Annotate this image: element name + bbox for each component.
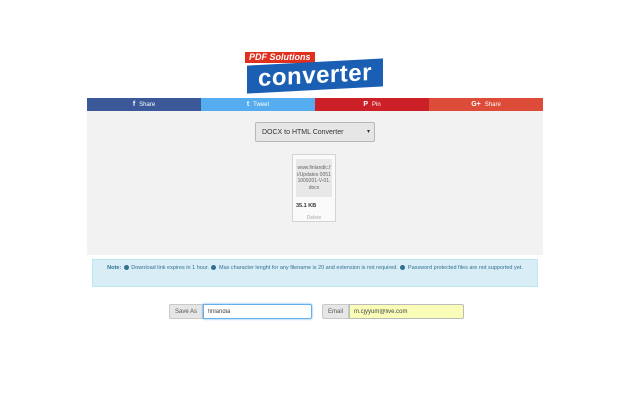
facebook-share-button[interactable]: f Share <box>87 98 201 111</box>
file-name: www.finlandic.fi/Updates 00511009201-V-0… <box>296 159 332 197</box>
converter-panel: DOCX to HTML Converter ▾ www.finlandic.f… <box>87 111 543 255</box>
twitter-icon: t <box>246 101 250 108</box>
note-item: Download link expires in 1 hour. <box>131 265 209 271</box>
pinterest-pin-button[interactable]: P Pin <box>315 98 429 111</box>
save-as-label: Save As <box>169 304 204 319</box>
facebook-icon: f <box>132 101 136 108</box>
info-bullet-icon <box>211 264 217 270</box>
converter-logo: PDF Solutions converter <box>245 52 385 94</box>
info-bullet-icon <box>123 264 129 270</box>
twitter-tweet-button[interactable]: t Tweet <box>201 98 315 111</box>
caret-down-icon: ▾ <box>366 129 370 135</box>
email-label: Email <box>322 304 350 319</box>
logo-wordmark: converter <box>247 58 383 94</box>
email-field: Email <box>322 304 465 319</box>
share-label: Share <box>139 101 156 108</box>
save-as-input[interactable] <box>203 304 313 319</box>
google-plus-icon: G+ <box>471 101 481 108</box>
save-as-field: Save As <box>169 304 313 319</box>
note-item: Password protected files are not support… <box>407 265 523 271</box>
share-label: Share <box>484 101 501 108</box>
delete-file-button[interactable]: Delete <box>293 215 335 221</box>
google-plus-share-button[interactable]: G+ Share <box>429 98 543 111</box>
note-item: Max character lenght for any filename is… <box>218 265 398 271</box>
info-note: Note: Download link expires in 1 hour. M… <box>92 259 538 287</box>
share-bar: f Share t Tweet P Pin G+ Share <box>87 98 543 111</box>
file-size: 35.1 KB <box>296 203 317 209</box>
email-input[interactable] <box>349 304 465 319</box>
pin-label: Pin <box>372 101 381 108</box>
info-bullet-icon <box>400 264 406 270</box>
tweet-label: Tweet <box>253 101 270 108</box>
pinterest-icon: P <box>363 101 368 108</box>
logo-badge: PDF Solutions <box>245 52 315 63</box>
converter-select[interactable]: DOCX to HTML Converter ▾ <box>255 122 375 142</box>
converter-select-value: DOCX to HTML Converter <box>262 128 344 136</box>
note-prefix: Note: <box>107 265 122 271</box>
uploaded-file-card: www.finlandic.fi/Updates 00511009201-V-0… <box>292 154 336 222</box>
